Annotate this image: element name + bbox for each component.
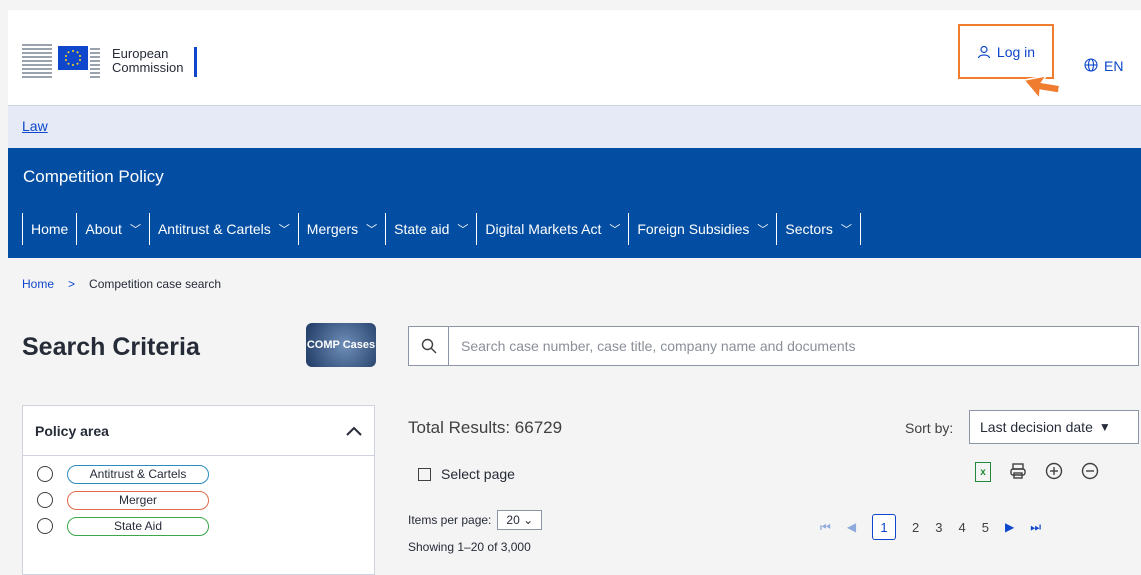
- comp-cases-logo: COMP Cases: [306, 323, 376, 367]
- site-navigation: Competition Policy Home About ﹀ Antitrust…: [8, 148, 1141, 258]
- nav-sectors[interactable]: Sectors ﹀: [776, 213, 861, 245]
- chevron-down-icon: ﹀: [840, 224, 852, 236]
- result-tools: x: [975, 462, 1099, 482]
- radio-button[interactable]: [37, 466, 53, 482]
- ec-logo[interactable]: European Commission: [22, 38, 197, 86]
- site-header: European Commission Log in EN: [8, 10, 1141, 106]
- items-per-page-value: 20: [506, 513, 520, 527]
- user-icon: [977, 45, 991, 58]
- select-page-label: Select page: [441, 466, 515, 482]
- breadcrumb-home[interactable]: Home: [22, 277, 54, 291]
- nav-label: Digital Markets Act: [485, 221, 602, 237]
- eu-flag-icon: [22, 38, 100, 86]
- logo-text: European Commission: [112, 47, 197, 77]
- nav-label: Foreign Subsidies: [637, 221, 750, 237]
- policy-tag: Antitrust & Cartels: [67, 464, 209, 484]
- law-link[interactable]: Law: [22, 118, 48, 134]
- caret-down-icon: ▼: [1098, 420, 1111, 434]
- chevron-down-icon: ﹀: [129, 224, 141, 236]
- logo-line-2: Commission: [112, 60, 184, 75]
- chevron-down-icon: ﹀: [609, 224, 621, 236]
- globe-icon: [1084, 58, 1098, 72]
- page-1[interactable]: 1: [872, 514, 897, 540]
- chevron-up-icon[interactable]: [346, 426, 362, 436]
- radio-button[interactable]: [37, 492, 53, 508]
- pointer-arrow-icon: [1022, 74, 1061, 101]
- search-icon: [421, 338, 436, 354]
- page-5[interactable]: 5: [982, 520, 989, 535]
- breadcrumb: Home > Competition case search: [22, 277, 221, 291]
- policy-tag: State Aid: [67, 516, 209, 536]
- nav-about[interactable]: About ﹀: [76, 213, 149, 245]
- zoom-out-icon[interactable]: [1081, 462, 1099, 480]
- page-title: Search Criteria: [22, 333, 200, 361]
- previous-page-icon[interactable]: ◀: [847, 520, 856, 534]
- logo-line-1: European: [112, 46, 169, 61]
- pagination: ⏮ ◀ 1 2 3 4 5 ▶ ⏭: [820, 514, 1041, 540]
- zoom-in-icon[interactable]: [1045, 462, 1063, 480]
- sort-value: Last decision date: [980, 419, 1093, 435]
- policy-item-antitrust[interactable]: Antitrust & Cartels: [23, 461, 374, 487]
- policy-area-panel: Policy area Antitrust & Cartels Merger S…: [22, 405, 375, 575]
- nav-state-aid[interactable]: State aid ﹀: [385, 213, 476, 245]
- nav-home[interactable]: Home: [22, 213, 76, 245]
- site-title[interactable]: Competition Policy: [23, 167, 164, 187]
- page-3[interactable]: 3: [935, 520, 942, 535]
- language-selector[interactable]: EN: [1084, 58, 1123, 74]
- nav-label: Antitrust & Cartels: [157, 221, 271, 237]
- policy-item-state-aid[interactable]: State Aid: [23, 513, 374, 539]
- nav-antitrust[interactable]: Antitrust & Cartels ﹀: [148, 213, 298, 245]
- chevron-down-icon: ﹀: [457, 224, 469, 236]
- radio-button[interactable]: [37, 518, 53, 534]
- excel-export-icon[interactable]: x: [975, 462, 991, 482]
- last-page-icon[interactable]: ⏭: [1030, 520, 1041, 535]
- law-bar: Law: [8, 106, 1141, 148]
- select-page[interactable]: Select page: [418, 466, 515, 482]
- page-4[interactable]: 4: [959, 520, 966, 535]
- print-icon[interactable]: [1009, 462, 1027, 480]
- total-results-value: 66729: [514, 418, 563, 437]
- chevron-down-icon: ﹀: [278, 224, 290, 236]
- nav-label: About: [85, 221, 122, 237]
- first-page-icon[interactable]: ⏮: [820, 520, 831, 535]
- items-per-page-select[interactable]: 20 ⌄: [497, 510, 543, 530]
- policy-area-header[interactable]: Policy area: [23, 406, 374, 456]
- page-2[interactable]: 2: [912, 520, 919, 535]
- nav-label: Home: [31, 221, 69, 237]
- nav-mergers[interactable]: Mergers ﹀: [297, 213, 385, 245]
- total-results: Total Results: 66729: [408, 418, 562, 438]
- nav-label: Mergers: [306, 221, 359, 237]
- search-box: [408, 326, 1139, 366]
- chevron-down-icon: ﹀: [757, 224, 769, 236]
- login-label: Log in: [996, 43, 1036, 60]
- search-input[interactable]: [461, 338, 1121, 354]
- nav-dma[interactable]: Digital Markets Act ﹀: [476, 213, 628, 245]
- policy-tag: Merger: [67, 490, 209, 510]
- items-per-page: Items per page: 20 ⌄: [408, 510, 543, 530]
- breadcrumb-current: Competition case search: [89, 277, 222, 291]
- sort-select[interactable]: Last decision date ▼: [969, 410, 1139, 444]
- nav-label: Sectors: [785, 221, 833, 237]
- chevron-down-icon: ⌄: [523, 513, 534, 527]
- nav-label: State aid: [394, 221, 450, 237]
- policy-item-merger[interactable]: Merger: [23, 487, 374, 513]
- chevron-down-icon: ﹀: [366, 224, 378, 236]
- items-per-page-label: Items per page:: [408, 513, 492, 527]
- search-button[interactable]: [409, 326, 449, 366]
- main-nav: Home About ﹀ Antitrust & Cartels ﹀ Mergers…: [22, 213, 861, 245]
- policy-area-title: Policy area: [35, 422, 109, 439]
- language-label: EN: [1104, 58, 1124, 74]
- nav-foreign-subsidies[interactable]: Foreign Subsidies ﹀: [628, 213, 776, 245]
- page: { "header": { "logo_line1": "European", …: [0, 0, 1141, 575]
- sort-label: Sort by:: [905, 420, 954, 436]
- breadcrumb-separator: >: [68, 277, 76, 291]
- next-page-icon[interactable]: ▶: [1005, 520, 1014, 534]
- showing-range: Showing 1–20 of 3,000: [408, 540, 531, 554]
- select-page-checkbox[interactable]: [418, 467, 431, 481]
- total-results-label: Total Results:: [408, 418, 511, 437]
